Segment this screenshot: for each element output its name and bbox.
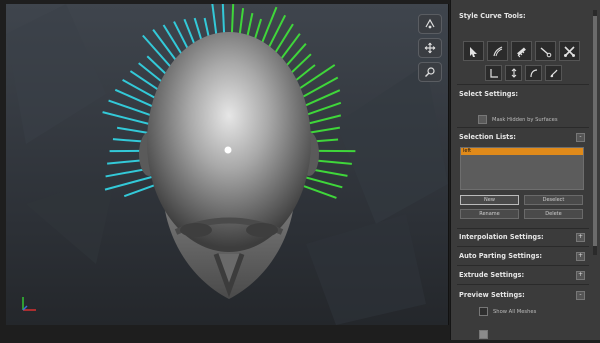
- panel-scrollbar-thumb[interactable]: [593, 16, 597, 246]
- background-shape: [6, 4, 106, 144]
- left-eye: [180, 223, 212, 237]
- sculpt-curve-icon: [491, 45, 504, 58]
- scale-button[interactable]: [505, 65, 522, 81]
- viewport-scene: [6, 4, 448, 325]
- divider: [457, 284, 589, 285]
- mask-hidden-label: Mask Hidden by Surfaces: [492, 117, 558, 123]
- show-all-meshes-row[interactable]: Show All Meshes: [479, 307, 536, 316]
- length-button[interactable]: [485, 65, 502, 81]
- selection-list-item[interactable]: left: [461, 148, 583, 155]
- preview-settings-title: Preview Settings:: [459, 291, 525, 299]
- style-curve-tools-title: Style Curve Tools:: [459, 12, 526, 20]
- rotate-tool-icon: [424, 18, 436, 30]
- crown-highlight: [225, 147, 232, 154]
- show-all-meshes-checkbox[interactable]: [479, 307, 488, 316]
- mask-hidden-checkbox[interactable]: [478, 115, 487, 124]
- mask-hidden-row[interactable]: Mask Hidden by Surfaces: [478, 115, 558, 124]
- interpolation-expand-button[interactable]: +: [576, 233, 585, 242]
- move-tool-button[interactable]: [418, 38, 442, 58]
- interpolation-settings-title: Interpolation Settings:: [459, 233, 544, 241]
- background-shape: [306, 214, 426, 325]
- cut-curve-icon: [539, 45, 552, 58]
- background-shape: [336, 64, 448, 224]
- partial-checkbox[interactable]: [479, 330, 488, 339]
- length-icon: [489, 68, 499, 78]
- auto-parting-settings-title: Auto Parting Settings:: [459, 252, 542, 260]
- sculpt-curve-button[interactable]: [487, 41, 508, 61]
- selection-list[interactable]: left: [460, 147, 584, 190]
- move-tool-icon: [424, 42, 436, 54]
- partial-checkbox-row[interactable]: [479, 324, 488, 343]
- selection-lists-title: Selection Lists:: [459, 133, 516, 141]
- deselect-button[interactable]: Deselect: [524, 195, 583, 205]
- zoom-tool-button[interactable]: [418, 62, 442, 82]
- style-tools-row-1: [463, 41, 580, 61]
- divider: [457, 84, 589, 85]
- comb-curve-icon: [515, 45, 528, 58]
- divider: [457, 265, 589, 266]
- bend-button[interactable]: [525, 65, 542, 81]
- comb-curve-button[interactable]: [511, 41, 532, 61]
- select-curve-icon: [467, 45, 480, 58]
- rename-button[interactable]: Rename: [460, 209, 519, 219]
- auto-parting-expand-button[interactable]: +: [576, 252, 585, 261]
- scissors-icon: [563, 45, 576, 58]
- zoom-tool-icon: [424, 66, 436, 78]
- cut-curve-button[interactable]: [535, 41, 556, 61]
- scissors-button[interactable]: [559, 41, 580, 61]
- select-curve-button[interactable]: [463, 41, 484, 61]
- viewport-toolbar: [418, 14, 442, 82]
- delete-button[interactable]: Delete: [524, 209, 583, 219]
- axis-gizmo-icon: [20, 295, 38, 313]
- new-selection-button[interactable]: New: [460, 195, 519, 205]
- extrude-expand-button[interactable]: +: [576, 271, 585, 280]
- hair-tools-panel: Style Curve Tools: Select: [450, 0, 600, 340]
- rotate-tool-button[interactable]: [418, 14, 442, 34]
- background-shape: [26, 174, 116, 264]
- divider: [457, 228, 589, 229]
- bend-icon: [529, 68, 539, 78]
- style-tools-row-2: [485, 65, 562, 81]
- lift-button[interactable]: [545, 65, 562, 81]
- scale-icon: [509, 68, 519, 78]
- selection-lists-collapse-button[interactable]: -: [576, 133, 585, 142]
- show-all-meshes-label: Show All Meshes: [493, 309, 536, 315]
- divider: [457, 127, 589, 128]
- divider: [457, 246, 589, 247]
- panel-scrollbar[interactable]: [593, 10, 597, 255]
- extrude-settings-title: Extrude Settings:: [459, 271, 524, 279]
- 3d-viewport[interactable]: [6, 4, 449, 325]
- right-eye: [246, 223, 278, 237]
- lift-icon: [549, 68, 559, 78]
- select-settings-title: Select Settings:: [459, 90, 518, 98]
- preview-collapse-button[interactable]: -: [576, 291, 585, 300]
